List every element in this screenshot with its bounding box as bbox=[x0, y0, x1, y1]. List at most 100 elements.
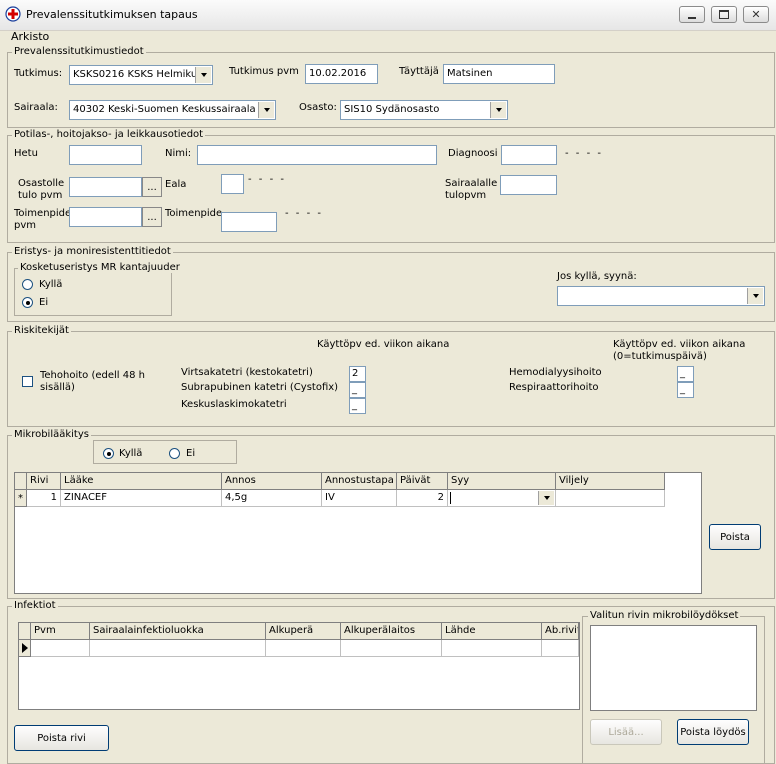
findings-list[interactable] bbox=[590, 625, 757, 711]
cell-annos[interactable]: 4,5g bbox=[222, 490, 322, 507]
menu-arkisto[interactable]: Arkisto bbox=[11, 30, 49, 43]
osastolle-date-button[interactable]: ... bbox=[142, 177, 162, 197]
microbe-kylla-label: Kyllä bbox=[119, 448, 143, 459]
isolation-sub-label: Kosketuseristys MR kantajuuder bbox=[18, 262, 182, 273]
col-annos[interactable]: Annos bbox=[222, 473, 322, 490]
inf-col-alkuperalaitos[interactable]: Alkuperälaitos bbox=[341, 623, 442, 640]
chevron-down-icon[interactable] bbox=[538, 491, 554, 505]
osastolle-label-2: tulo pvm bbox=[18, 190, 63, 201]
microbe-radio-frame bbox=[93, 440, 237, 464]
hemodialyysi-field[interactable]: _ bbox=[677, 366, 694, 382]
chevron-down-icon[interactable] bbox=[747, 288, 763, 304]
hetu-field[interactable] bbox=[69, 145, 142, 165]
tehohoito-label-2: sisällä) bbox=[40, 382, 75, 393]
poista-rivi-button[interactable]: Poista rivi bbox=[14, 725, 109, 751]
tutkimus-pvm-field[interactable]: 10.02.2016 bbox=[305, 64, 378, 84]
chevron-down-icon[interactable] bbox=[195, 67, 211, 83]
tutkimus-select[interactable]: KSKS0216 KSKS Helmikuu bbox=[69, 65, 213, 85]
col-paivat[interactable]: Päivät bbox=[397, 473, 448, 490]
inf-cell-pvm[interactable] bbox=[31, 640, 90, 657]
toimenpide-pvm-field[interactable] bbox=[69, 207, 142, 227]
eala-dots: - - - - bbox=[248, 174, 286, 185]
grid-corner bbox=[15, 473, 27, 490]
tayttaja-label: Täyttäjä bbox=[399, 66, 439, 77]
tehohoito-label-1: Tehohoito (edell 48 h bbox=[40, 370, 145, 381]
inf-cell-abrivit[interactable] bbox=[542, 640, 579, 657]
inf-cell-alkuperalaitos[interactable] bbox=[341, 640, 442, 657]
subrapubinen-label: Subrapubinen katetri (Cystofix) bbox=[181, 382, 339, 393]
col-viljely[interactable]: Viljely bbox=[556, 473, 665, 490]
prevalence-group-label: Prevalenssitutkimustiedot bbox=[12, 46, 146, 57]
tutkimus-pvm-label: Tutkimus pvm bbox=[229, 66, 299, 77]
nimi-field[interactable] bbox=[197, 145, 437, 165]
text-cursor bbox=[450, 492, 451, 504]
isolation-ei-radio[interactable] bbox=[22, 297, 33, 308]
microbe-ei-radio[interactable] bbox=[169, 448, 180, 459]
tehohoito-checkbox[interactable] bbox=[22, 376, 33, 387]
inf-cell-lahde[interactable] bbox=[442, 640, 542, 657]
chevron-down-icon[interactable] bbox=[258, 102, 274, 118]
inf-cell-luokka[interactable] bbox=[90, 640, 266, 657]
inf-cell-alkupera[interactable] bbox=[266, 640, 341, 657]
cell-paivat[interactable]: 2 bbox=[397, 490, 448, 507]
reason-label: Jos kyllä, syynä: bbox=[557, 271, 637, 282]
eala-field[interactable] bbox=[221, 174, 244, 194]
app-icon bbox=[5, 6, 21, 22]
sairaala-value: 40302 Keski-Suomen Keskussairaala bbox=[73, 104, 256, 115]
row-marker[interactable]: * bbox=[15, 490, 27, 507]
col-syy[interactable]: Syy bbox=[448, 473, 556, 490]
risk-head-right-1: Käyttöpv ed. viikon aikana bbox=[613, 339, 746, 350]
inf-row-marker[interactable] bbox=[19, 640, 31, 657]
col-laake[interactable]: Lääke bbox=[61, 473, 222, 490]
virtsakatetri-label: Virtsakatetri (kestokatetri) bbox=[181, 367, 313, 378]
col-rivi[interactable]: Rivi bbox=[27, 473, 61, 490]
risk-group-label: Riskitekijät bbox=[12, 325, 71, 336]
maximize-icon bbox=[719, 10, 729, 19]
respiraattori-field[interactable]: _ bbox=[677, 382, 694, 398]
sairaalalle-tulo-field[interactable] bbox=[500, 175, 557, 195]
diagnoosi-dots: - - - - bbox=[565, 148, 603, 159]
minimize-button[interactable] bbox=[679, 6, 705, 23]
subrapubinen-field[interactable]: _ bbox=[349, 382, 366, 398]
inf-col-luokka[interactable]: Sairaalainfektioluokka bbox=[90, 623, 266, 640]
osasto-label: Osasto: bbox=[299, 102, 337, 113]
inf-col-pvm[interactable]: Pvm bbox=[31, 623, 90, 640]
isolation-subgroup bbox=[14, 268, 172, 316]
isolation-kylla-radio[interactable] bbox=[22, 279, 33, 290]
toimenpide-pvm-label-1: Toimenpide bbox=[14, 208, 72, 219]
cell-annostustapa[interactable]: IV bbox=[322, 490, 397, 507]
inf-col-abrivit[interactable]: Ab.rivit bbox=[542, 623, 579, 640]
patient-group-label: Potilas-, hoitojakso- ja leikkausotiedot bbox=[12, 129, 206, 140]
lisaa-button[interactable]: Lisää... bbox=[590, 719, 662, 745]
sairaala-select[interactable]: 40302 Keski-Suomen Keskussairaala bbox=[69, 100, 276, 120]
cell-viljely[interactable] bbox=[556, 490, 665, 507]
col-annostustapa[interactable]: Annostustapa bbox=[322, 473, 397, 490]
keskuslaskimo-label: Keskuslaskimokatetri bbox=[181, 399, 287, 410]
toimenpide-field[interactable] bbox=[221, 212, 277, 232]
virtsakatetri-field[interactable]: 2 bbox=[349, 366, 366, 382]
osastolle-tulo-field[interactable] bbox=[69, 177, 142, 197]
inf-col-alkupera[interactable]: Alkuperä bbox=[266, 623, 341, 640]
sairaala-label: Sairaala: bbox=[14, 102, 58, 113]
cell-rivi[interactable]: 1 bbox=[27, 490, 61, 507]
chevron-down-icon[interactable] bbox=[490, 102, 506, 118]
reason-select[interactable] bbox=[557, 286, 765, 306]
poista-button[interactable]: Poista bbox=[709, 524, 761, 550]
cell-laake[interactable]: ZINACEF bbox=[61, 490, 222, 507]
close-button[interactable]: ✕ bbox=[743, 6, 769, 23]
eala-label: Eala bbox=[165, 179, 187, 190]
poista-loydos-button[interactable]: Poista löydös bbox=[677, 719, 749, 745]
tayttaja-field[interactable]: Matsinen bbox=[443, 64, 555, 84]
cell-syy[interactable] bbox=[448, 490, 556, 507]
inf-col-lahde[interactable]: Lähde bbox=[442, 623, 542, 640]
minimize-icon bbox=[688, 16, 696, 19]
microbe-kylla-radio[interactable] bbox=[103, 448, 114, 459]
toimenpide-date-button[interactable]: ... bbox=[142, 207, 162, 227]
inf-grid-corner bbox=[19, 623, 31, 640]
osasto-select[interactable]: SIS10 Sydänosasto bbox=[340, 100, 508, 120]
keskuslaskimo-field[interactable]: _ bbox=[349, 398, 366, 414]
window-title: Prevalenssitutkimuksen tapaus bbox=[26, 8, 198, 21]
diagnoosi-field[interactable] bbox=[501, 145, 557, 165]
hetu-label: Hetu bbox=[14, 148, 38, 159]
maximize-button[interactable] bbox=[711, 6, 737, 23]
